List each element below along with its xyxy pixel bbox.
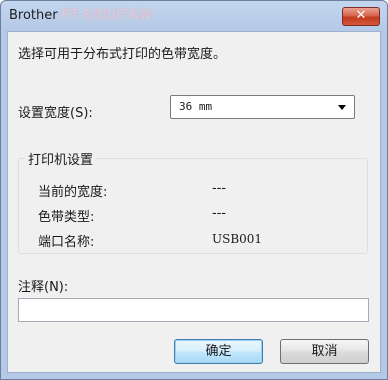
width-dropdown[interactable]: 36 mm (170, 95, 355, 119)
title-bar[interactable]: Brother PT-E850TKW ✕ (1, 1, 387, 31)
instruction-text: 选择可用于分布式打印的色带宽度。 (18, 47, 227, 62)
note-input[interactable] (18, 298, 369, 322)
port-name-value: USB001 (212, 232, 263, 246)
port-name-label: 端口名称: (38, 235, 95, 250)
close-button[interactable]: ✕ (342, 7, 380, 26)
tape-type-value: --- (212, 206, 227, 221)
window-title-redacted: PT-E850TKW (61, 8, 153, 23)
note-label: 注释(N): (18, 280, 69, 295)
printer-settings-title: 打印机设置 (25, 149, 97, 168)
chevron-down-icon (338, 105, 346, 110)
window-title: Brother PT-E850TKW (9, 8, 153, 23)
width-label: 设置宽度(S): (18, 106, 93, 121)
ok-button[interactable]: 确定 (174, 339, 263, 364)
width-dropdown-value: 36 mm (179, 100, 213, 113)
close-icon: ✕ (355, 8, 367, 23)
dialog-client-area: 选择可用于分布式打印的色带宽度。 设置宽度(S): 36 mm 打印机设置 当前… (7, 31, 381, 373)
current-width-value: --- (212, 181, 227, 196)
dialog-window: Brother PT-E850TKW ✕ 选择可用于分布式打印的色带宽度。 设置宽… (0, 0, 388, 380)
current-width-label: 当前的宽度: (38, 185, 108, 200)
tape-type-label: 色带类型: (38, 210, 95, 225)
window-title-text: Brother (9, 8, 58, 23)
cancel-button[interactable]: 取消 (280, 339, 369, 364)
